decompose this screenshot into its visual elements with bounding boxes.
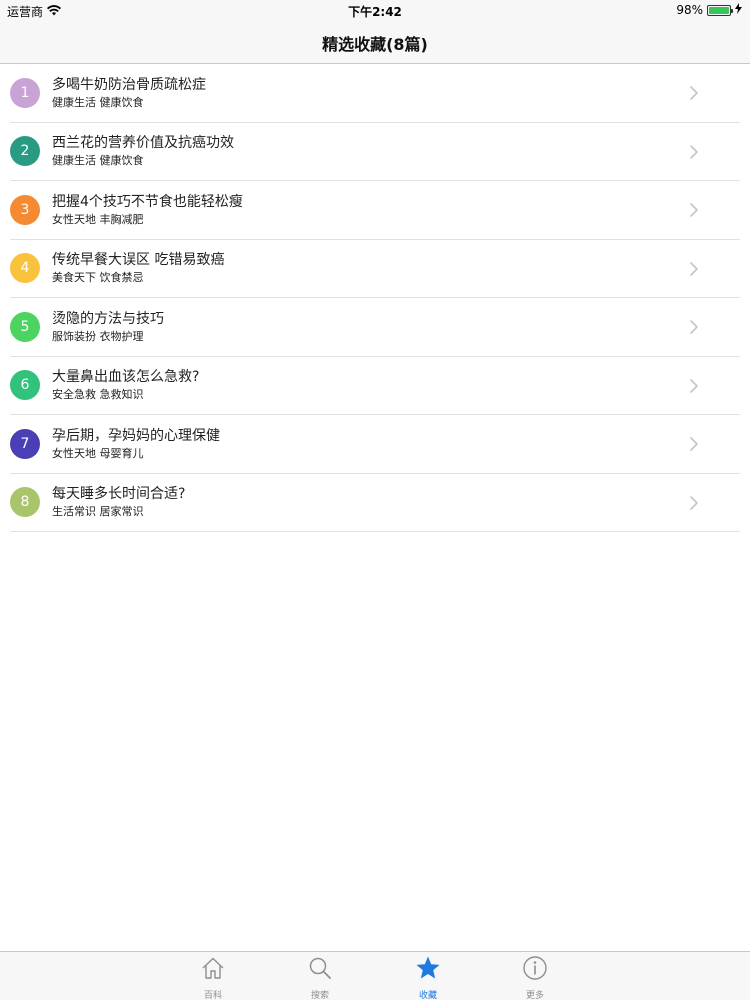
battery-icon [707, 4, 733, 16]
tab-label: 搜索 [310, 991, 329, 1000]
list-item-title: 多喝牛奶防治骨质疏松症 [52, 76, 206, 93]
list-item-text: 把握4个技巧不节食也能轻松瘦 女性天地 丰胸减肥 [52, 193, 243, 227]
chevron-right-icon [690, 437, 698, 451]
list-item-text: 孕后期，孕妈妈的心理保健 女性天地 母婴育儿 [52, 427, 220, 461]
list-item-category: 女性天地 丰胸减肥 [52, 212, 144, 226]
number-badge: 4 [10, 253, 40, 284]
battery-fill [709, 6, 729, 14]
list-item-text: 大量鼻出血该怎么急救? 安全急救 急救知识 [52, 368, 199, 402]
tab-bar: 百科 搜索 收藏 更多 [0, 951, 750, 1000]
status-right: 98% [676, 3, 742, 17]
star-icon [415, 955, 441, 985]
list-item-category: 安全急救 急救知识 [52, 388, 144, 402]
chevron-right-icon [690, 378, 698, 393]
number-badge: 5 [10, 311, 40, 342]
chevron-right-icon [690, 144, 698, 159]
battery-percent: 98% [676, 3, 703, 17]
tab-home[interactable]: 百科 [183, 955, 243, 1000]
list-item-text: 西兰花的营养价值及抗癌功效 健康生活 健康饮食 [52, 134, 234, 168]
number-badge: 3 [10, 194, 40, 225]
list-item-title: 大量鼻出血该怎么急救? [52, 369, 200, 386]
home-icon [200, 955, 226, 985]
tab-info[interactable]: 更多 [505, 955, 565, 1000]
list-item-category: 生活常识 居家常识 [52, 505, 144, 519]
chevron-right-icon [690, 495, 698, 510]
number-badge: 8 [10, 487, 40, 518]
list-item[interactable]: 5 烫隐的方法与技巧 服饰装扮 衣物护理 [10, 298, 740, 357]
number-badge: 7 [10, 428, 40, 459]
chevron-right-icon [690, 86, 698, 100]
charging-bolt-icon [735, 3, 742, 17]
page-title: 精选收藏(8篇) [322, 34, 428, 54]
list-item[interactable]: 1 多喝牛奶防治骨质疏松症 健康生活 健康饮食 [10, 64, 740, 123]
list-item[interactable]: 4 传统早餐大误区 吃错易致癌 美食天下 饮食禁忌 [10, 240, 740, 298]
list-item-category: 女性天地 母婴育儿 [52, 446, 144, 460]
info-icon [522, 955, 548, 985]
tab-star[interactable]: 收藏 [398, 955, 458, 1000]
favorites-list: 1 多喝牛奶防治骨质疏松症 健康生活 健康饮食 2 西兰花的营养价值及抗癌功效 … [0, 64, 750, 532]
status-bar: 运营商 下午2:42 98% [0, 0, 750, 22]
chevron-right-icon [690, 261, 698, 276]
list-item-title: 孕后期，孕妈妈的心理保健 [52, 427, 220, 444]
list-item[interactable]: 7 孕后期，孕妈妈的心理保健 女性天地 母婴育儿 [10, 415, 740, 474]
list-item-title: 每天睡多长时间合适? [52, 486, 186, 503]
list-item[interactable]: 2 西兰花的营养价值及抗癌功效 健康生活 健康饮食 [10, 123, 740, 181]
chevron-right-icon [690, 320, 698, 334]
search-icon [307, 955, 333, 985]
list-item-category: 美食天下 饮食禁忌 [52, 271, 144, 285]
number-badge: 2 [10, 136, 40, 167]
list-item-category: 健康生活 健康饮食 [52, 154, 144, 168]
status-time: 下午2:42 [348, 5, 402, 19]
chevron-right-icon [690, 203, 698, 217]
navigation-bar: 精选收藏(8篇) [0, 22, 750, 64]
list-item-text: 传统早餐大误区 吃错易致癌 美食天下 饮食禁忌 [52, 251, 224, 285]
list-item-text: 多喝牛奶防治骨质疏松症 健康生活 健康饮食 [52, 76, 206, 110]
screen: 运营商 下午2:42 98% 精选收藏(8篇) 1 多喝牛奶防治骨质疏松症 健康… [0, 0, 750, 1000]
tab-label: 更多 [525, 991, 544, 1000]
list-item-title: 西兰花的营养价值及抗癌功效 [52, 135, 234, 152]
list-item[interactable]: 8 每天睡多长时间合适? 生活常识 居家常识 [10, 474, 740, 532]
list-item-text: 每天睡多长时间合适? 生活常识 居家常识 [52, 485, 185, 519]
number-badge: 6 [10, 370, 40, 401]
list-item-category: 健康生活 健康饮食 [52, 95, 144, 109]
tab-label: 收藏 [418, 991, 437, 1000]
list-item[interactable]: 6 大量鼻出血该怎么急救? 安全急救 急救知识 [10, 357, 740, 415]
list-item-title: 把握4个技巧不节食也能轻松瘦 [52, 193, 243, 210]
tab-search[interactable]: 搜索 [290, 955, 350, 1000]
list-item[interactable]: 3 把握4个技巧不节食也能轻松瘦 女性天地 丰胸减肥 [10, 181, 740, 240]
number-badge: 1 [10, 77, 40, 108]
tab-label: 百科 [203, 991, 222, 1000]
list-item-category: 服饰装扮 衣物护理 [52, 329, 144, 343]
list-item-title: 传统早餐大误区 吃错易致癌 [52, 252, 225, 269]
list-item-title: 烫隐的方法与技巧 [52, 310, 164, 327]
list-item-text: 烫隐的方法与技巧 服饰装扮 衣物护理 [52, 310, 164, 344]
